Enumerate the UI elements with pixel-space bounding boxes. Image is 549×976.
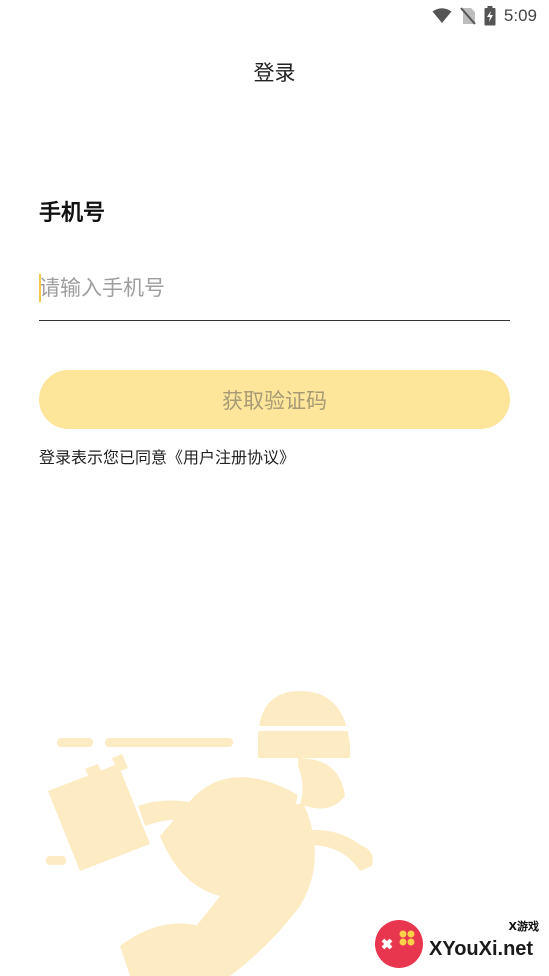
watermark-brand: XYouXi.net — [429, 937, 534, 960]
get-code-button[interactable]: 获取验证码 — [39, 370, 510, 429]
agreement: 登录表示您已同意 《用户注册协议》 — [39, 444, 295, 468]
status-bar: 5:09 — [0, 0, 549, 32]
text-caret — [39, 274, 41, 302]
battery-charging-icon — [484, 6, 496, 26]
no-sim-icon — [460, 7, 476, 25]
phone-label: 手机号 — [39, 201, 106, 226]
wifi-icon — [432, 8, 452, 24]
agreement-text: 登录表示您已同意 — [39, 448, 168, 467]
status-time: 5:09 — [503, 6, 537, 25]
user-agreement-link[interactable]: 《用户注册协议》 — [167, 444, 295, 468]
phone-input[interactable] — [39, 262, 510, 314]
gamepad-logo-icon — [375, 920, 423, 968]
watermark-subtext: X游戏 — [508, 920, 539, 933]
watermark: XYouXi.net X游戏 — [373, 918, 541, 970]
page-title: 登录 — [253, 61, 296, 85]
phone-field[interactable] — [39, 262, 510, 321]
